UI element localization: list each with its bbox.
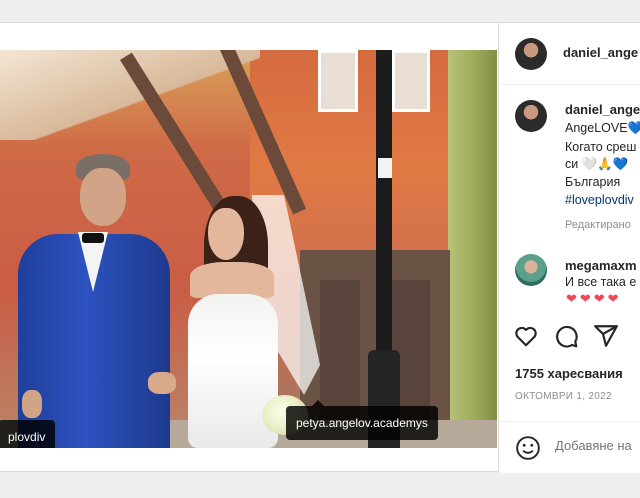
edited-label: Редактирано: [565, 219, 631, 231]
author-avatar[interactable]: [515, 38, 547, 70]
photo-tag-plovdiv[interactable]: plovdiv: [0, 420, 56, 448]
caption-line: България: [565, 175, 621, 189]
post-date[interactable]: ОКТОМВРИ 1, 2022: [515, 391, 612, 402]
post-header: daniel_ange: [499, 23, 640, 85]
commenter-username[interactable]: megamaxm: [565, 258, 637, 273]
comment-text: И все така е: [565, 275, 637, 289]
add-comment-input[interactable]: [555, 438, 640, 453]
caption-username[interactable]: daniel_ange: [565, 102, 640, 117]
heart-icon[interactable]: [513, 323, 539, 349]
caption-line: Когато среш: [565, 140, 637, 154]
groom-bowtie: [82, 233, 104, 243]
commenter-avatar[interactable]: [515, 254, 547, 286]
likes-count[interactable]: 1755 харесвания: [515, 366, 623, 381]
post-side-panel: daniel_ange daniel_ange AngeLOVE💙 Когато…: [498, 23, 640, 473]
comment-icon[interactable]: [553, 323, 579, 349]
bride-face: [208, 208, 244, 260]
caption-line: AngeLOVE💙: [565, 121, 640, 135]
holding-hands: [148, 372, 176, 394]
green-wall: [448, 50, 497, 448]
caption-avatar[interactable]: [515, 100, 547, 132]
post-photo[interactable]: plovdiv petya.angelov.academys: [0, 50, 497, 448]
caption-hashtag[interactable]: #loveplovdiv: [565, 193, 634, 207]
window: [392, 50, 430, 112]
groom-head: [80, 168, 126, 226]
emoji-icon[interactable]: [515, 435, 541, 461]
photo-tag-petya[interactable]: petya.angelov.academys: [286, 400, 438, 440]
caption-line: си 🤍🙏💙: [565, 157, 629, 171]
author-username[interactable]: daniel_ange: [563, 45, 638, 60]
pole-sign: [378, 158, 392, 178]
bride-shoulders: [190, 262, 274, 298]
window: [318, 50, 358, 112]
post-card: plovdiv petya.angelov.academys daniel_an…: [0, 22, 640, 473]
add-comment-bar: [499, 421, 640, 473]
share-icon[interactable]: [593, 323, 619, 349]
comment-hearts: ❤❤❤❤: [566, 291, 622, 306]
groom-hand: [22, 390, 42, 418]
